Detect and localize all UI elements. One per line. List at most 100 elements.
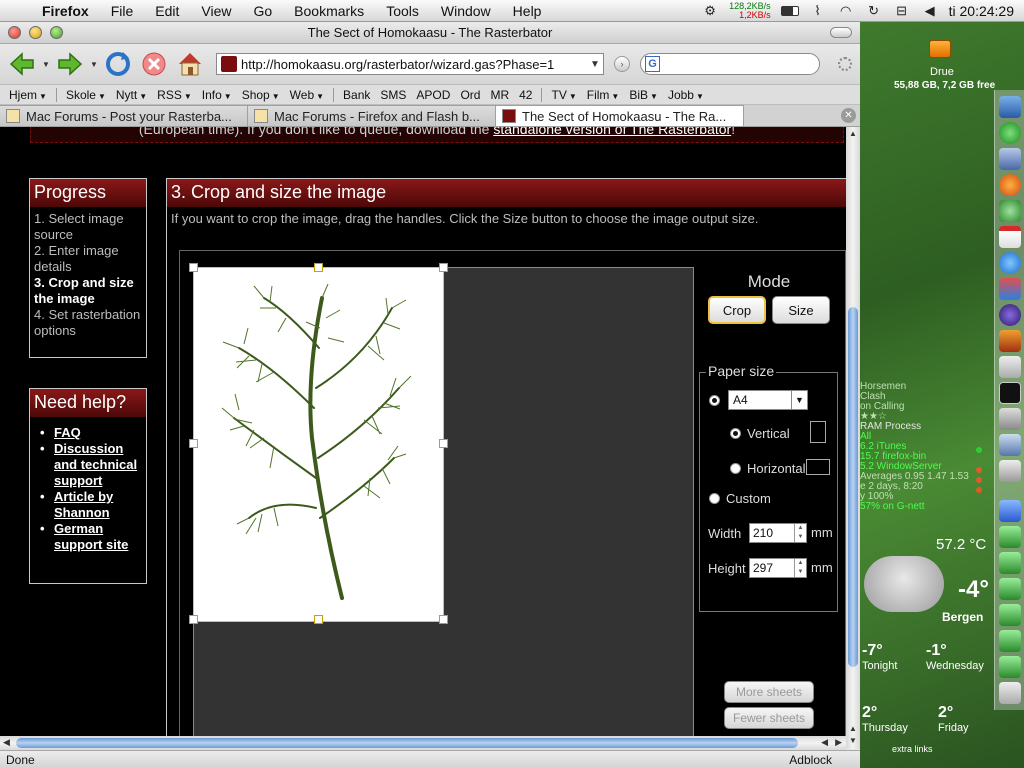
- scroll-up-icon[interactable]: ▲: [849, 724, 857, 733]
- window-zoom-button[interactable]: [50, 26, 63, 39]
- bookmark-web[interactable]: Web ▼: [285, 88, 329, 102]
- home-button[interactable]: [174, 48, 206, 80]
- bookmark-film[interactable]: Film ▼: [582, 88, 625, 102]
- standalone-version-link[interactable]: standalone version of The Rasterbator: [493, 127, 731, 137]
- menu-window[interactable]: Window: [430, 3, 502, 19]
- search-input[interactable]: [664, 57, 819, 71]
- dock-photo-icon[interactable]: [999, 330, 1021, 352]
- adblock-button[interactable]: Adblock: [789, 753, 832, 767]
- bookmark-apod[interactable]: APOD: [411, 88, 455, 102]
- tab-mac-forums-rasterbator[interactable]: Mac Forums - Post your Rasterba...: [0, 105, 248, 126]
- bookmark-mr[interactable]: MR: [485, 88, 514, 102]
- search-bar[interactable]: G: [640, 53, 820, 75]
- bookmark-nytt[interactable]: Nytt ▼: [111, 88, 152, 102]
- back-history-dropdown[interactable]: ▼: [42, 60, 50, 69]
- bookmark-sms[interactable]: SMS: [375, 88, 411, 102]
- sync-icon[interactable]: ↻: [865, 3, 883, 18]
- dock-app-icon[interactable]: [999, 434, 1021, 456]
- activity-icon[interactable]: ⌇: [809, 3, 827, 18]
- dock-calculator-icon[interactable]: [999, 356, 1021, 378]
- menu-go[interactable]: Go: [242, 3, 283, 19]
- bookmark-tv[interactable]: TV ▼: [546, 88, 581, 102]
- dock-itunes-icon[interactable]: [999, 252, 1021, 274]
- wifi-icon[interactable]: ◠: [837, 3, 855, 18]
- help-link-discussion[interactable]: Discussion and technical support: [38, 441, 142, 489]
- dock-folder-icon[interactable]: [999, 500, 1021, 522]
- toolbar-toggle-button[interactable]: [830, 27, 852, 38]
- bookmark-ord[interactable]: Ord: [455, 88, 485, 102]
- paper-preset-select[interactable]: A4 ▼: [728, 390, 808, 410]
- scroll-left-icon[interactable]: ◀: [821, 737, 828, 748]
- menu-bookmarks[interactable]: Bookmarks: [283, 3, 375, 19]
- reload-button[interactable]: [102, 48, 134, 80]
- bookmark-bank[interactable]: Bank: [338, 88, 375, 102]
- dock-app-icon[interactable]: [999, 200, 1021, 222]
- url-bar[interactable]: http://homokaasu.org/rasterbator/wizard.…: [216, 53, 604, 75]
- tab-mac-forums-firefox[interactable]: Mac Forums - Firefox and Flash b...: [248, 105, 496, 126]
- height-field[interactable]: 297 ▲ ▼: [749, 558, 807, 578]
- help-link-german-support[interactable]: German support site: [38, 521, 142, 553]
- dock-app-icon[interactable]: [999, 604, 1021, 626]
- weather-widget[interactable]: 57.2 °C -4° Bergen -7° Tonight -1° Wedne…: [860, 532, 994, 754]
- dock-app-icon[interactable]: [999, 656, 1021, 678]
- menu-clock[interactable]: ti 20:24:29: [949, 3, 1014, 19]
- scroll-down-icon[interactable]: ▼: [849, 736, 857, 745]
- volume-icon[interactable]: ◀: [921, 3, 939, 18]
- go-button[interactable]: ›: [614, 56, 630, 72]
- dock-app-icon[interactable]: [999, 526, 1021, 548]
- stop-button[interactable]: [138, 48, 170, 80]
- vertical-radio[interactable]: [730, 428, 741, 439]
- menu-edit[interactable]: Edit: [144, 3, 190, 19]
- scroll-left-icon[interactable]: ◀: [3, 737, 10, 748]
- window-minimize-button[interactable]: [29, 26, 42, 39]
- crop-handle-top-left[interactable]: [189, 263, 198, 272]
- title-bar[interactable]: The Sect of Homokaasu - The Rasterbator: [0, 22, 860, 44]
- horizontal-radio[interactable]: [730, 463, 741, 474]
- crop-handle-bottom-right[interactable]: [439, 615, 448, 624]
- crop-handle-bottom[interactable]: [314, 615, 323, 624]
- bookmark-42[interactable]: 42: [514, 88, 537, 102]
- bookmark-rss[interactable]: RSS ▼: [152, 88, 197, 102]
- forward-history-dropdown[interactable]: ▼: [90, 60, 98, 69]
- height-stepper-icon[interactable]: ▲ ▼: [794, 559, 806, 577]
- drive-icon[interactable]: [920, 40, 960, 58]
- crop-handle-top[interactable]: [314, 263, 323, 272]
- google-engine-icon[interactable]: G: [645, 56, 660, 72]
- menu-file[interactable]: File: [100, 3, 145, 19]
- menu-view[interactable]: View: [190, 3, 242, 19]
- dock-app-icon[interactable]: [999, 552, 1021, 574]
- dock-adium-icon[interactable]: [999, 278, 1021, 300]
- horizontal-scrollbar[interactable]: ◀ ◀ ▶: [0, 736, 846, 750]
- bookmark-skole[interactable]: Skole ▼: [61, 88, 111, 102]
- preset-radio[interactable]: [709, 395, 720, 406]
- back-button[interactable]: [6, 48, 38, 80]
- dock-mail-icon[interactable]: [999, 148, 1021, 170]
- bookmark-info[interactable]: Info ▼: [197, 88, 237, 102]
- crop-handle-bottom-left[interactable]: [189, 615, 198, 624]
- dock-ichat-icon[interactable]: [999, 122, 1021, 144]
- power-icon[interactable]: ⊟: [893, 3, 911, 18]
- page-viewport[interactable]: (European time). If you don't like to qu…: [0, 127, 846, 736]
- help-link-faq[interactable]: FAQ: [38, 425, 142, 441]
- bookmark-hjem[interactable]: Hjem ▼: [4, 88, 52, 102]
- dock-trash-icon[interactable]: [999, 682, 1021, 704]
- extra-links[interactable]: extra links: [892, 744, 933, 754]
- width-field[interactable]: 210 ▲ ▼: [749, 523, 807, 543]
- battery-status-icon[interactable]: [780, 4, 799, 18]
- dock-app-icon[interactable]: [999, 460, 1021, 482]
- vertical-scrollbar[interactable]: ▲ ▲ ▼: [846, 127, 860, 749]
- dock-app-icon[interactable]: [999, 304, 1021, 326]
- bookmark-bib[interactable]: BiB ▼: [624, 88, 663, 102]
- fewer-sheets-button[interactable]: Fewer sheets: [724, 707, 814, 729]
- dock-app-icon[interactable]: [999, 578, 1021, 600]
- menu-help[interactable]: Help: [502, 3, 553, 19]
- dill-photo[interactable]: [193, 267, 444, 622]
- scroll-right-icon[interactable]: ▶: [835, 737, 842, 748]
- vertical-scroll-thumb[interactable]: [848, 307, 858, 667]
- crop-handle-left[interactable]: [189, 439, 198, 448]
- menu-tools[interactable]: Tools: [375, 3, 430, 19]
- dock-terminal-icon[interactable]: [999, 382, 1021, 404]
- window-close-button[interactable]: [8, 26, 21, 39]
- dock-app-icon[interactable]: [999, 408, 1021, 430]
- bookmark-shop[interactable]: Shop ▼: [237, 88, 285, 102]
